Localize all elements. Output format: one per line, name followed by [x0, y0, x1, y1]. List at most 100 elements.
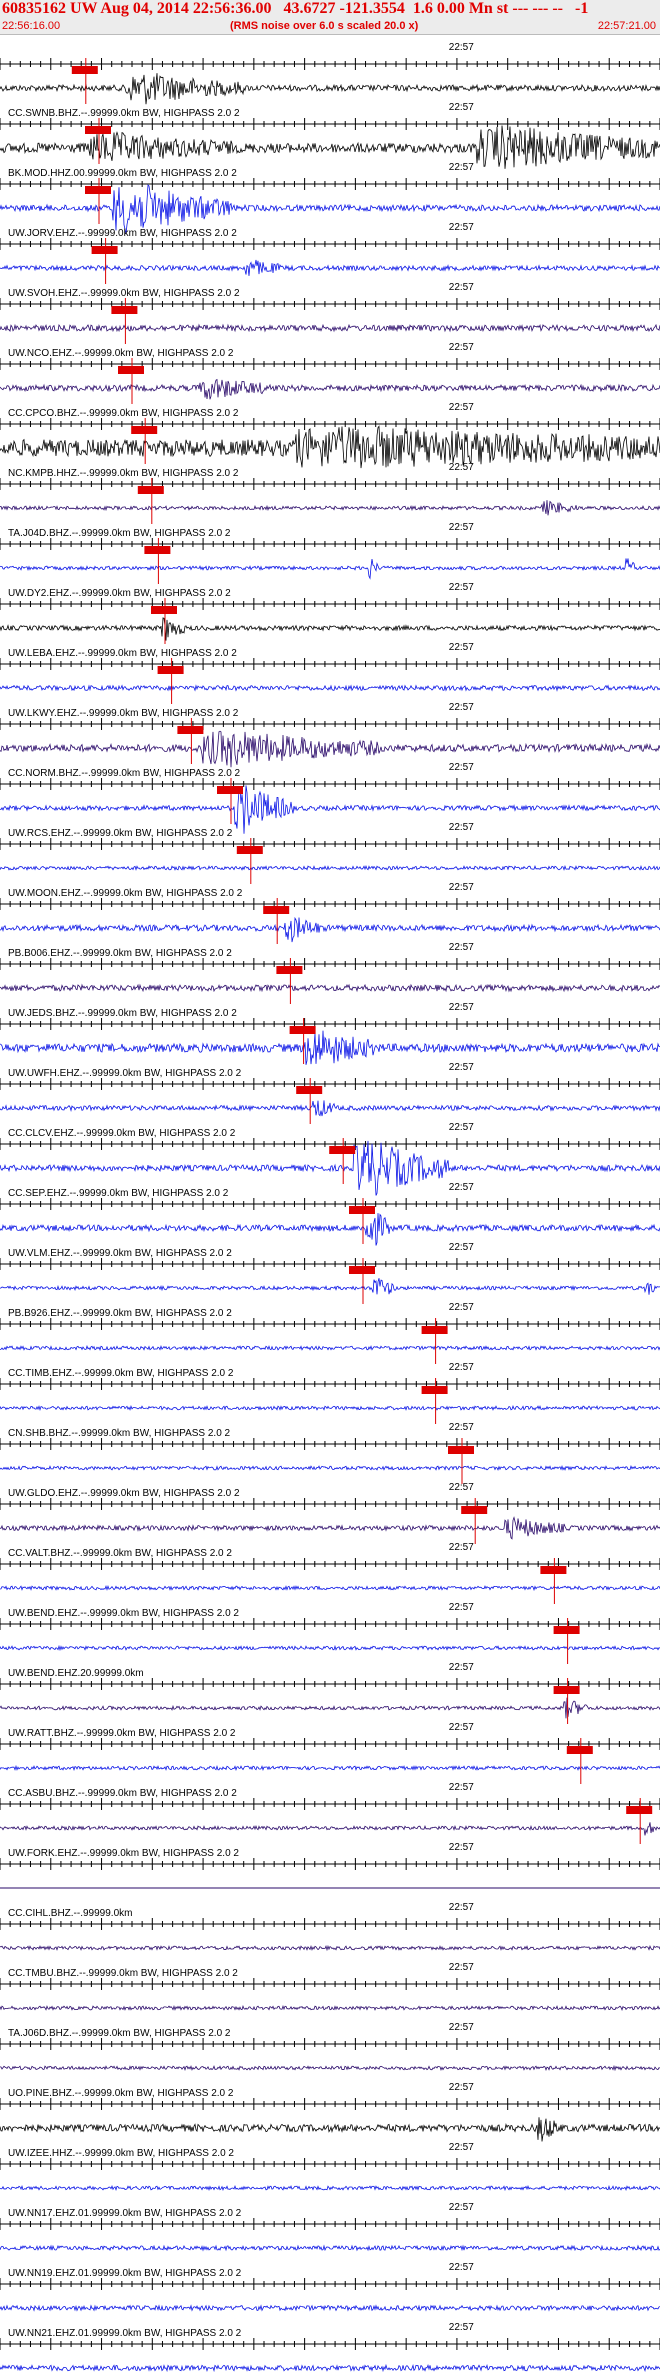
station-label: UW.FORK.EHZ.--.99999.0km BW, HIGHPASS 2.… [8, 1848, 239, 1859]
waveform [0, 1464, 660, 1471]
pick-marker [553, 1626, 580, 1634]
minute-label: 22:57 [449, 1542, 474, 1553]
waveform [0, 617, 660, 641]
minute-label: 22:57 [449, 642, 474, 653]
station-label: CN.SHB.BHZ.--.99999.0km BW, HIGHPASS 2.0… [8, 1428, 231, 1439]
event-title: 60835162 UW Aug 04, 2014 22:56:36.00 43.… [2, 0, 589, 17]
station-label: PB.B926.EHZ.--.99999.0km BW, HIGHPASS 2.… [8, 1308, 232, 1319]
minute-label: 22:57 [449, 1302, 474, 1313]
station-label: TA.J04D.BHZ.--.99999.0km BW, HIGHPASS 2.… [8, 528, 231, 539]
station-label: CC.TMBU.BHZ.--.99999.0km BW, HIGHPASS 2.… [8, 1968, 238, 1979]
station-label: CC.CLCV.EHZ.--.99999.0km BW, HIGHPASS 2.… [8, 1128, 236, 1139]
pick-marker [85, 126, 111, 134]
waveform [0, 1822, 660, 1836]
station-label: BK.MOD.HHZ.00.99999.0km BW, HIGHPASS 2.0… [8, 168, 237, 179]
waveform [0, 73, 660, 105]
minute-label: 22:57 [449, 462, 474, 473]
waveform [0, 1030, 660, 1065]
station-label: UW.NN19.EHZ.01.99999.0km BW, HIGHPASS 2.… [8, 2268, 242, 2279]
pick-marker [177, 726, 204, 734]
minute-label: 22:57 [449, 582, 474, 593]
station-label: UW.RATT.BHZ.--.99999.0km BW, HIGHPASS 2.… [8, 1728, 236, 1739]
station-label: PB.B006.EHZ.--.99999.0km BW, HIGHPASS 2.… [8, 948, 232, 959]
minute-label: 22:57 [449, 1782, 474, 1793]
pick-marker [71, 66, 98, 74]
pick-marker [540, 1566, 567, 1574]
station-label: UW.BEND.EHZ.--.99999.0km BW, HIGHPASS 2.… [8, 1608, 239, 1619]
pick-marker [448, 1446, 474, 1454]
pick-marker [118, 366, 144, 374]
waveform [0, 1644, 660, 1652]
waveform [0, 1405, 660, 1412]
pick-marker [91, 246, 118, 254]
waveform [0, 259, 660, 276]
waveform [0, 1944, 660, 1952]
waveform [0, 1697, 660, 1719]
pick-marker [553, 1686, 580, 1694]
minute-label: 22:57 [449, 102, 474, 113]
minute-label: 22:57 [449, 2202, 474, 2213]
minute-label: 22:57 [449, 522, 474, 533]
station-label: UW.NN21.EHZ.01.99999.0km BW, HIGHPASS 2.… [8, 2328, 242, 2339]
station-label: UW.JORV.EHZ.--.99999.0km BW, HIGHPASS 2.… [8, 228, 237, 239]
minute-label: 22:57 [449, 822, 474, 833]
waveform [0, 1100, 660, 1117]
trace-0: 22:57 CC.SWNB.BHZ.--.99999.0km BW, HIGHPA… [0, 42, 660, 119]
pick-marker [289, 1026, 316, 1034]
waveform [0, 2244, 660, 2252]
station-label: CC.NORM.BHZ.--.99999.0km BW, HIGHPASS 2.… [8, 768, 241, 779]
pick-marker [236, 846, 263, 854]
pick-marker [276, 966, 303, 974]
minute-label: 22:57 [449, 342, 474, 353]
station-label: UW.NN17.EHZ.01.99999.0km BW, HIGHPASS 2.… [8, 2208, 242, 2219]
waveform [0, 558, 660, 580]
waveform [0, 684, 660, 692]
minute-label: 22:57 [449, 702, 474, 713]
waveform [0, 1516, 660, 1540]
minute-label: 22:57 [449, 1182, 474, 1193]
pick-marker [626, 1806, 653, 1814]
station-label: UW.LKWY.EHZ.--.99999.0km BW, HIGHPASS 2.… [8, 708, 239, 719]
station-label: CC.TIMB.EHZ.--.99999.0km BW, HIGHPASS 2.… [8, 1368, 234, 1379]
minute-label: 22:57 [449, 222, 474, 233]
waveform [0, 916, 660, 943]
station-label: UO.PINE.BHZ.--.99999.0km BW, HIGHPASS 2.… [8, 2088, 234, 2099]
pick-marker [349, 1266, 375, 1274]
minute-label: 22:57 [449, 2022, 474, 2033]
pick-marker [111, 306, 138, 314]
station-label: CC.CPCO.BHZ.--.99999.0km BW, HIGHPASS 2.… [8, 408, 239, 419]
waveform [0, 2363, 660, 2373]
waveform [0, 785, 660, 834]
minute-label: 22:57 [449, 1962, 474, 1973]
waveform [0, 730, 660, 768]
seismogram-plot: 22:57 CC.SWNB.BHZ.--.99999.0km BW, HIGHPA… [0, 42, 660, 2373]
pick-marker [296, 1086, 323, 1094]
waveform [0, 1345, 660, 1352]
minute-label: 22:57 [449, 2262, 474, 2273]
minute-label: 22:57 [449, 1122, 474, 1133]
station-label: UW.MOON.EHZ.--.99999.0km BW, HIGHPASS 2.… [8, 888, 243, 899]
minute-label: 22:57 [449, 882, 474, 893]
minute-label: 22:57 [449, 42, 474, 53]
station-label: UW.SVOH.EHZ.--.99999.0km BW, HIGHPASS 2.… [8, 288, 240, 299]
pick-marker [144, 546, 171, 554]
minute-label: 22:57 [449, 1722, 474, 1733]
pick-marker [566, 1746, 593, 1754]
station-label: UW.VLM.EHZ.--.99999.0km BW, HIGHPASS 2.0… [8, 1248, 232, 1259]
waveform [0, 983, 660, 993]
header: 60835162 UW Aug 04, 2014 22:56:36.00 43.… [0, 0, 660, 35]
scaling-note: (RMS noise over 6.0 s scaled 20.0 x) [230, 20, 419, 32]
station-label: NC.KMPB.HHZ.--.99999.0km BW, HIGHPASS 2.… [8, 468, 239, 479]
pick-marker [151, 606, 177, 614]
waveform [0, 2004, 660, 2011]
minute-label: 22:57 [449, 1002, 474, 1013]
station-label: TA.J06D.BHZ.--.99999.0km BW, HIGHPASS 2.… [8, 2028, 231, 2039]
station-label: CC.CIHL.BHZ.--.99999.0km [8, 1908, 132, 1919]
minute-label: 22:57 [449, 2082, 474, 2093]
waveform [0, 2304, 660, 2312]
waveform [0, 2185, 660, 2192]
waveform [0, 1278, 660, 1295]
station-label: UW.BEND.EHZ.20.99999.0km [8, 1668, 144, 1679]
waveform [0, 378, 660, 400]
minute-label: 22:57 [449, 1902, 474, 1913]
